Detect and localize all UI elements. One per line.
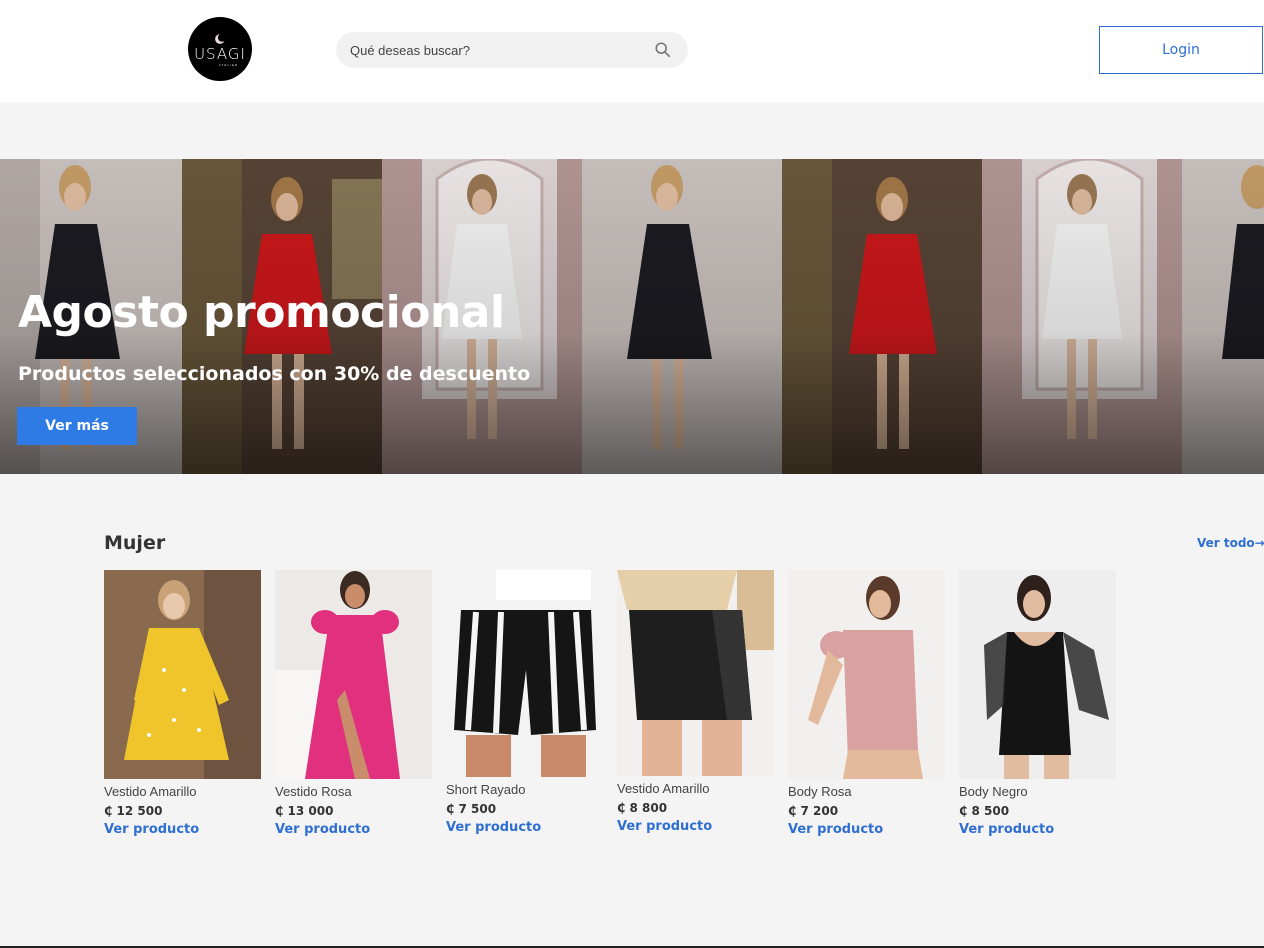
view-product-link[interactable]: Ver producto [788,822,945,837]
product-card[interactable]: Vestido Amarillo ₵ 12 500 Ver producto [104,570,261,837]
product-card[interactable]: Body Rosa ₵ 7 200 Ver producto [788,570,945,837]
product-price: ₵ 7 500 [446,802,497,816]
product-name: Body Negro [959,784,1028,799]
product-card[interactable]: Vestido Rosa ₵ 13 000 Ver producto [275,570,432,837]
product-price: ₵ 8 500 [959,804,1010,818]
view-product-link[interactable]: Ver producto [617,819,774,834]
view-product-link[interactable]: Ver producto [446,820,603,835]
product-image[interactable] [104,570,261,779]
view-all-link[interactable]: Ver todo→ [1197,536,1264,550]
product-image[interactable] [617,570,774,776]
product-image[interactable] [275,570,432,779]
site-header: USAGI ATELIER Login [0,0,1264,102]
product-price: ₵ 7 200 [788,804,839,818]
product-card[interactable]: Short Rayado ₵ 7 500 Ver producto [446,570,603,835]
product-image[interactable] [446,570,603,777]
logo-brand: USAGI [194,44,246,63]
banner-title: Agosto promocional [18,287,505,338]
product-price: ₵ 8 800 [617,801,668,815]
product-card[interactable]: Body Negro ₵ 8 500 Ver producto [959,570,1116,837]
banner-subtitle: Productos seleccionados con 30% de descu… [18,363,531,385]
product-name: Vestido Rosa [275,784,352,799]
login-button[interactable]: Login [1099,26,1263,74]
view-product-link[interactable]: Ver producto [959,822,1116,837]
section-title: Mujer [104,532,166,554]
search-bar [336,32,688,68]
brand-logo[interactable]: USAGI ATELIER [188,17,252,81]
logo-subtitle: ATELIER [218,62,238,67]
view-product-link[interactable]: Ver producto [275,822,432,837]
product-name: Body Rosa [788,784,852,799]
product-price: ₵ 13 000 [275,804,334,818]
product-name: Vestido Amarillo [104,784,197,799]
product-name: Short Rayado [446,782,526,797]
view-product-link[interactable]: Ver producto [104,822,261,837]
product-image[interactable] [959,570,1116,779]
product-name: Vestido Amarillo [617,781,710,796]
search-icon[interactable] [654,41,672,59]
product-price: ₵ 12 500 [104,804,163,818]
moon-icon [215,32,227,44]
see-more-button[interactable]: Ver más [17,407,137,445]
promo-banner: Agosto promocional Productos seleccionad… [0,159,1264,474]
product-card[interactable]: Vestido Amarillo ₵ 8 800 Ver producto [617,570,774,834]
search-input[interactable] [336,32,636,68]
product-image[interactable] [788,570,945,779]
